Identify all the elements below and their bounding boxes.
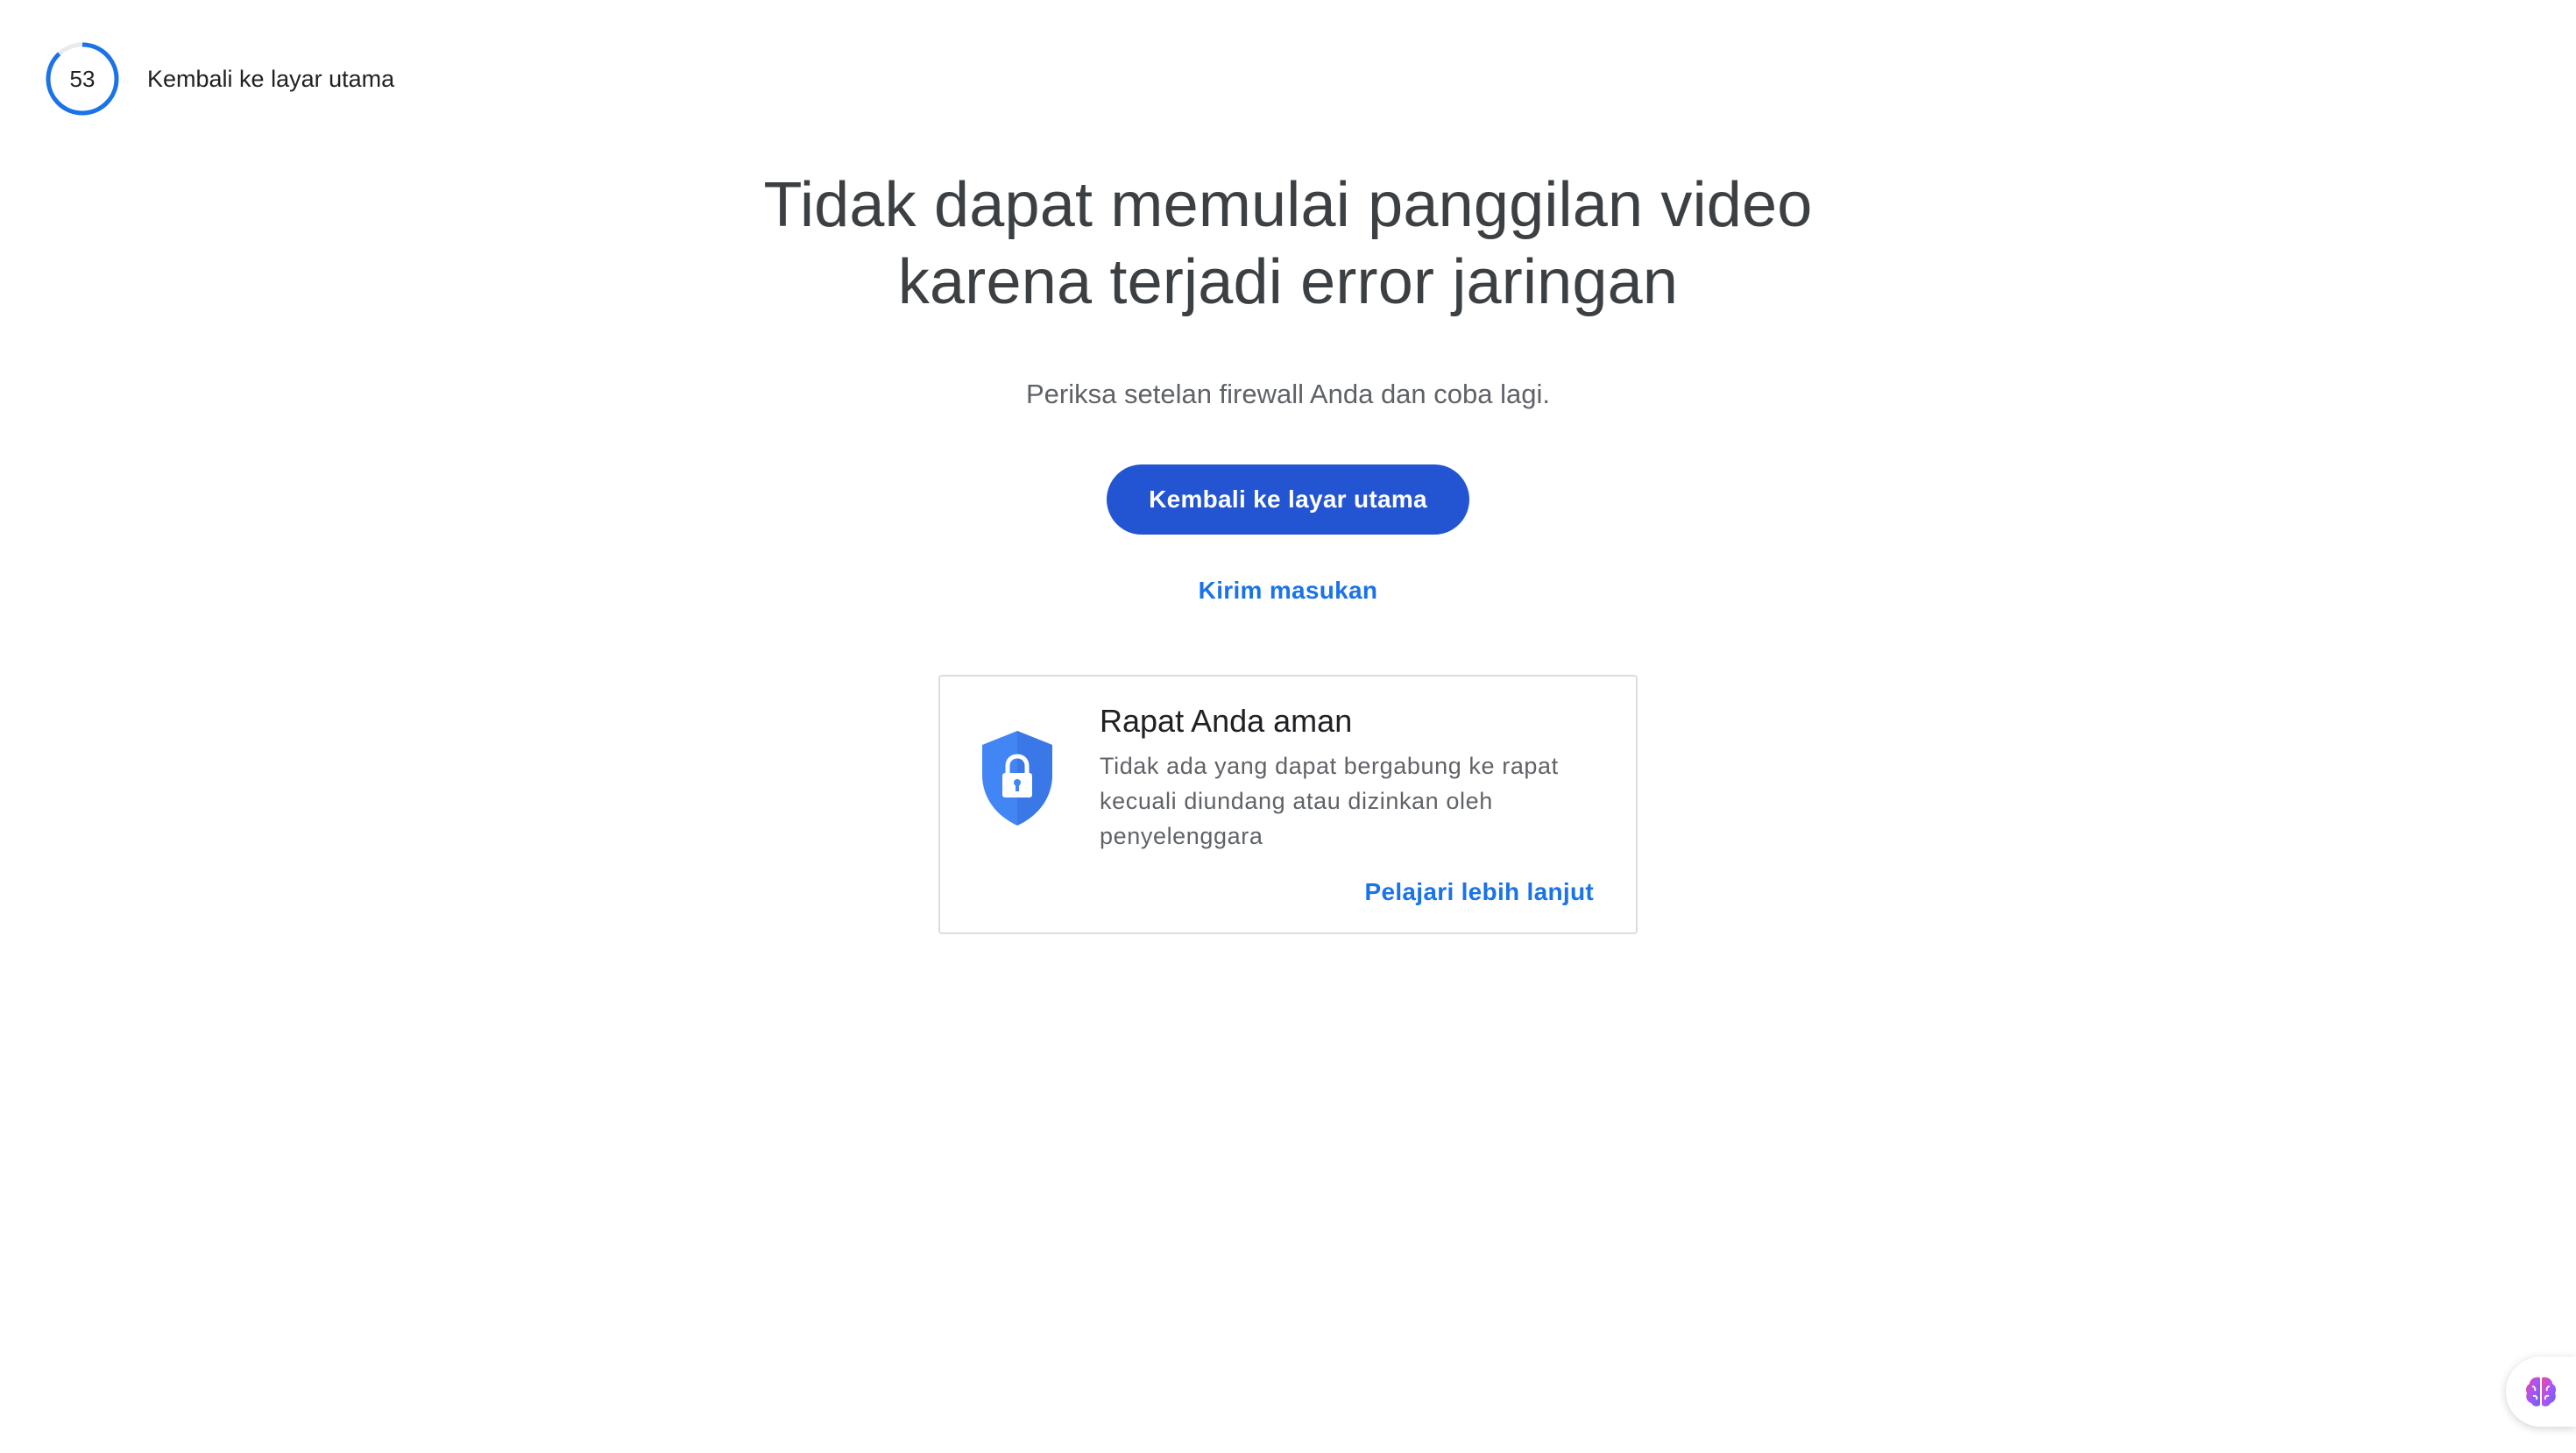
headline-line-1: Tidak dapat memulai panggilan video <box>763 170 1813 240</box>
return-to-home-link[interactable]: 53 Kembali ke layar utama <box>46 42 394 116</box>
return-home-button[interactable]: Kembali ke layar utama <box>1107 464 1469 535</box>
error-subtext: Periksa setelan firewall Anda dan coba l… <box>1026 379 1550 409</box>
security-card-title: Rapat Anda aman <box>1100 703 1353 739</box>
security-card-body: Tidak ada yang dapat bergabung ke rapat … <box>1100 753 1559 849</box>
page: 53 Kembali ke layar utama Tidak dapat me… <box>0 0 2576 1453</box>
extension-badge[interactable] <box>2506 1357 2576 1427</box>
learn-more-link[interactable]: Pelajari lebih lanjut <box>1365 878 1595 906</box>
security-card-text: Rapat Anda aman Tidak ada yang dapat ber… <box>1100 703 1608 854</box>
error-headline: Tidak dapat memulai panggilan video kare… <box>763 167 1812 321</box>
headline-line-2: karena terjadi error jaringan <box>897 247 1679 317</box>
countdown-number: 53 <box>69 65 96 92</box>
main-content: Tidak dapat memulai panggilan video kare… <box>0 167 2576 934</box>
send-feedback-link[interactable]: Kirim masukan <box>1199 577 1378 605</box>
security-card: Rapat Anda aman Tidak ada yang dapat ber… <box>938 675 1638 934</box>
return-label: Kembali ke layar utama <box>147 65 395 92</box>
brain-icon <box>2526 1377 2556 1407</box>
countdown-timer: 53 <box>46 42 119 116</box>
shield-lock-icon <box>982 731 1052 826</box>
